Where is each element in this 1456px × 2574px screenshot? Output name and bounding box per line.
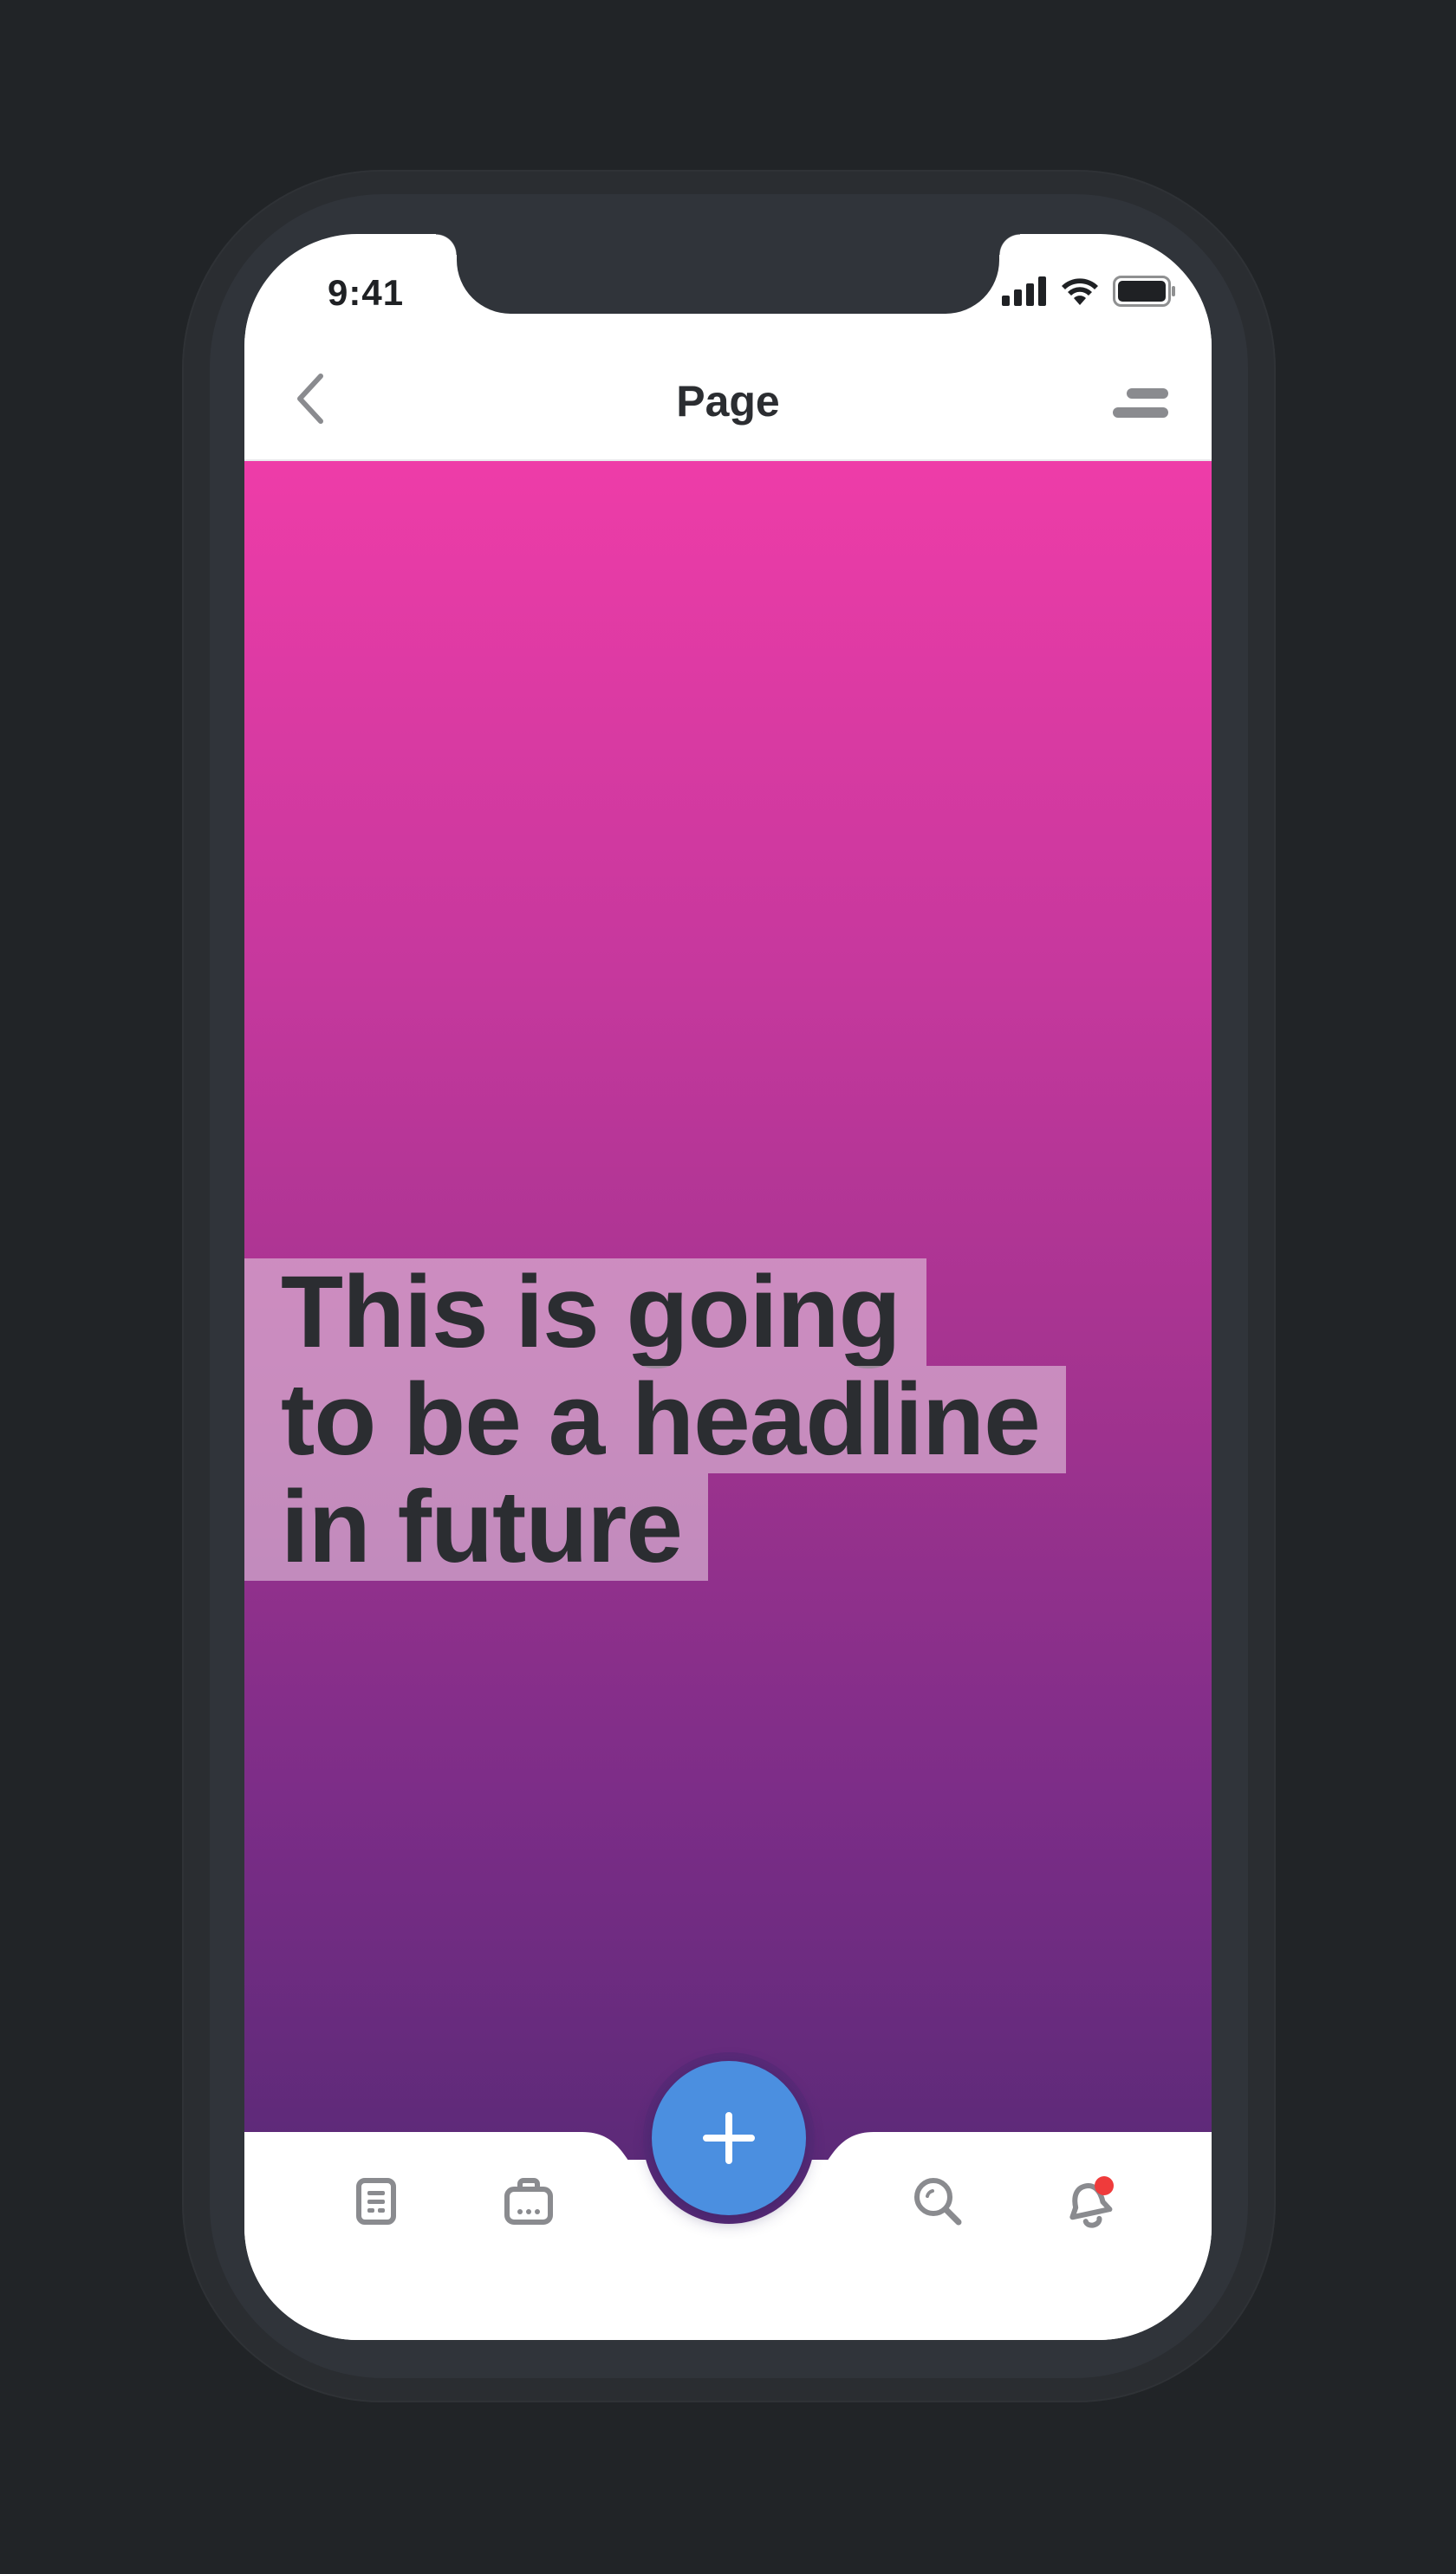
notch <box>436 234 1020 314</box>
headline: This is going to be a headline in future <box>244 1258 1066 1581</box>
tab-documents[interactable] <box>341 2167 411 2236</box>
add-button[interactable] <box>652 2061 806 2215</box>
cellular-signal-icon <box>1002 276 1046 306</box>
tab-briefcase[interactable] <box>494 2167 563 2236</box>
menu-icon[interactable] <box>1113 385 1168 423</box>
status-time: 9:41 <box>328 272 405 313</box>
headline-line-3: in future <box>244 1473 708 1581</box>
tab-notifications[interactable] <box>1056 2167 1125 2236</box>
plus-icon <box>703 2112 755 2164</box>
headline-line-1: This is going <box>244 1258 926 1366</box>
status-icons <box>1002 274 1177 309</box>
page-title: Page <box>676 377 780 426</box>
battery-icon <box>1113 276 1175 307</box>
notification-bell-icon <box>1069 2176 1114 2228</box>
tab-search[interactable] <box>903 2167 972 2236</box>
notification-badge <box>1095 2176 1114 2195</box>
navigation-bar: Page <box>244 314 1212 461</box>
phone-screen: 9:41 Page This is going to be a headline… <box>244 234 1212 2340</box>
hero-area: This is going to be a headline in future <box>244 461 1212 2160</box>
wifi-icon <box>1062 278 1098 305</box>
headline-line-2: to be a headline <box>244 1366 1066 1473</box>
search-icon <box>914 2178 962 2226</box>
document-icon <box>356 2178 396 2225</box>
briefcase-icon <box>504 2178 553 2225</box>
